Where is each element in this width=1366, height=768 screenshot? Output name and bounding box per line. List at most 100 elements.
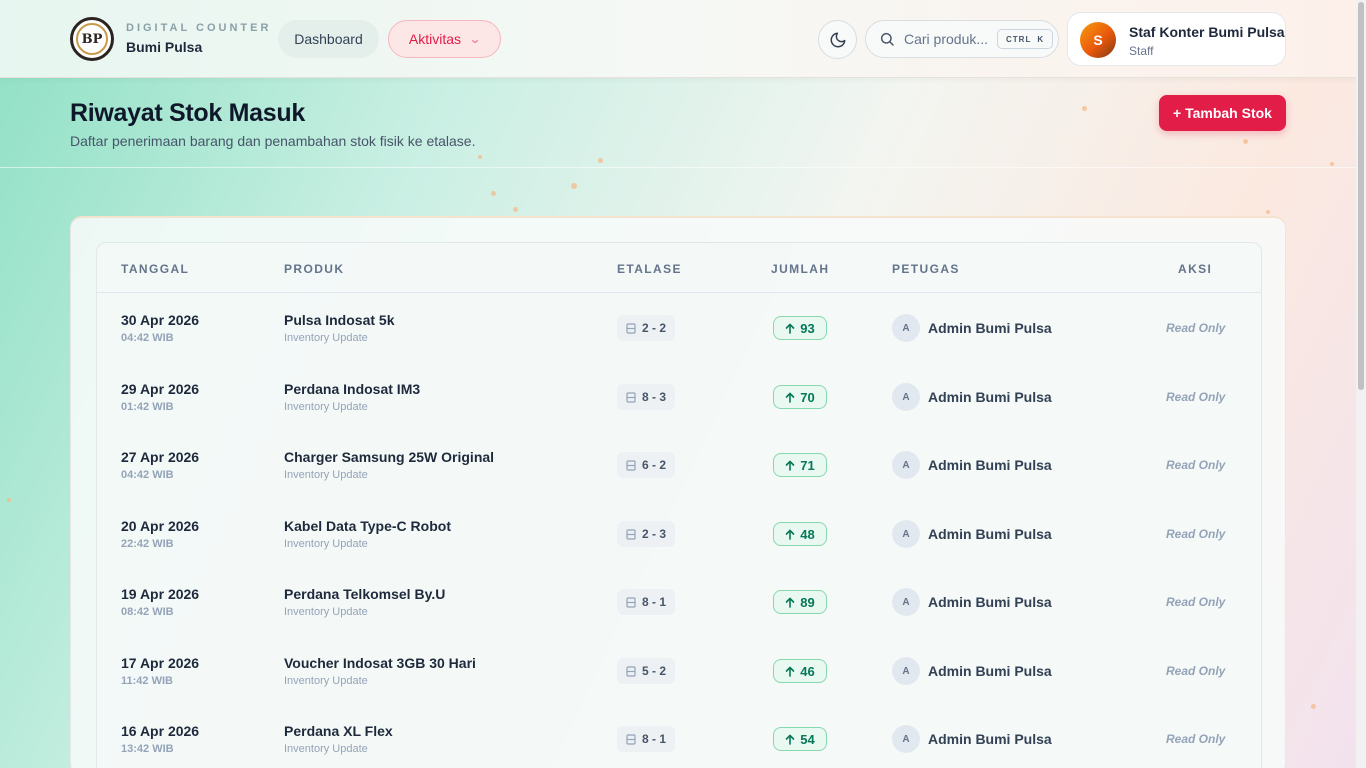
arrow-up-icon — [785, 392, 795, 403]
shortcut-ctrl: CTRL — [1006, 34, 1032, 44]
row-time: 04:42 WIB — [121, 332, 174, 344]
etalase-badge: 8 - 1 — [617, 726, 675, 752]
etalase-value: 2 - 3 — [641, 527, 666, 541]
staff-avatar: A — [892, 588, 920, 616]
moon-icon — [830, 32, 845, 47]
staff-avatar: A — [892, 383, 920, 411]
row-time: 08:42 WIB — [121, 606, 174, 618]
page-subtitle: Daftar penerimaan barang dan penambahan … — [70, 133, 476, 149]
qty-badge: 70 — [773, 385, 827, 409]
column-header-tanggal[interactable]: TANGGAL — [121, 262, 189, 276]
row-product-note: Inventory Update — [284, 538, 368, 550]
qty-badge: 46 — [773, 659, 827, 683]
search-icon — [880, 32, 894, 46]
qty-value: 54 — [800, 731, 815, 747]
row-date: 17 Apr 2026 — [121, 655, 200, 671]
table-row[interactable]: 19 Apr 2026 08:42 WIB Perdana Telkomsel … — [97, 568, 1261, 636]
row-date: 30 Apr 2026 — [121, 312, 200, 328]
row-date: 29 Apr 2026 — [121, 381, 200, 397]
row-staff: Admin Bumi Pulsa — [928, 663, 1052, 679]
table-row[interactable]: 17 Apr 2026 11:42 WIB Voucher Indosat 3G… — [97, 637, 1261, 705]
qty-value: 48 — [800, 526, 815, 542]
etalase-badge: 2 - 2 — [617, 315, 675, 341]
table-row[interactable]: 20 Apr 2026 22:42 WIB Kabel Data Type-C … — [97, 500, 1261, 568]
row-product: Voucher Indosat 3GB 30 Hari — [284, 655, 476, 671]
user-name: Staf Konter Bumi Pulsa — [1129, 24, 1285, 40]
add-stock-button[interactable]: + Tambah Stok — [1159, 95, 1286, 131]
etalase-badge: 5 - 2 — [617, 658, 675, 684]
arrow-up-icon — [785, 597, 795, 608]
row-product: Perdana XL Flex — [284, 723, 393, 739]
nav-aktivitas-dropdown[interactable]: Aktivitas ⌄ — [388, 20, 501, 58]
table-row[interactable]: 29 Apr 2026 01:42 WIB Perdana Indosat IM… — [97, 363, 1261, 431]
qty-badge: 71 — [773, 453, 827, 477]
row-staff: Admin Bumi Pulsa — [928, 526, 1052, 542]
shelf-icon — [626, 733, 636, 745]
brand-name: Bumi Pulsa — [126, 39, 203, 55]
row-date: 19 Apr 2026 — [121, 586, 200, 602]
scrollbar-thumb[interactable] — [1358, 2, 1364, 390]
row-action-readonly: Read Only — [1166, 390, 1226, 404]
shortcut-key: K — [1037, 34, 1045, 44]
etalase-value: 8 - 1 — [641, 732, 666, 746]
row-product: Pulsa Indosat 5k — [284, 312, 395, 328]
etalase-value: 8 - 1 — [641, 595, 666, 609]
column-header-petugas[interactable]: PETUGAS — [892, 262, 960, 276]
brand-logo[interactable]: BP — [70, 17, 114, 61]
row-staff: Admin Bumi Pulsa — [928, 320, 1052, 336]
row-time: 22:42 WIB — [121, 538, 174, 550]
column-header-produk[interactable]: PRODUK — [284, 262, 344, 276]
qty-badge: 54 — [773, 727, 827, 751]
row-product: Charger Samsung 25W Original — [284, 449, 495, 465]
search-input[interactable]: Cari produk... — [904, 31, 988, 47]
stock-history-card: TANGGAL PRODUK ETALASE JUMLAH PETUGAS AK… — [70, 216, 1286, 768]
user-role: Staff — [1129, 44, 1154, 58]
search-box[interactable]: Cari produk... CTRL K — [865, 20, 1059, 58]
search-shortcut-badge: CTRL K — [997, 29, 1054, 49]
row-action-readonly: Read Only — [1166, 458, 1226, 472]
staff-avatar: A — [892, 657, 920, 685]
table-row[interactable]: 30 Apr 2026 04:42 WIB Pulsa Indosat 5k I… — [97, 294, 1261, 362]
page-scrollbar[interactable] — [1356, 0, 1366, 768]
row-product: Perdana Indosat IM3 — [284, 381, 421, 397]
page-title: Riwayat Stok Masuk — [70, 99, 305, 127]
row-product: Perdana Telkomsel By.U — [284, 586, 446, 602]
nav-dashboard-button[interactable]: Dashboard — [278, 20, 379, 58]
staff-avatar: A — [892, 314, 920, 342]
row-product-note: Inventory Update — [284, 401, 368, 413]
row-date: 16 Apr 2026 — [121, 723, 200, 739]
table-row[interactable]: 16 Apr 2026 13:42 WIB Perdana XL Flex In… — [97, 705, 1261, 768]
arrow-up-icon — [785, 529, 795, 540]
shelf-icon — [626, 459, 636, 471]
qty-badge: 93 — [773, 316, 827, 340]
qty-badge: 89 — [773, 590, 827, 614]
chevron-down-icon: ⌄ — [468, 32, 482, 46]
column-header-jumlah[interactable]: JUMLAH — [771, 262, 829, 276]
etalase-value: 2 - 2 — [641, 321, 666, 335]
qty-value: 71 — [800, 457, 815, 473]
table-row[interactable]: 27 Apr 2026 04:42 WIB Charger Samsung 25… — [97, 431, 1261, 499]
row-time: 04:42 WIB — [121, 469, 174, 481]
etalase-badge: 8 - 3 — [617, 384, 675, 410]
shelf-icon — [626, 665, 636, 677]
brand-logo-mark: BP — [76, 23, 108, 55]
stock-history-table: TANGGAL PRODUK ETALASE JUMLAH PETUGAS AK… — [96, 242, 1262, 768]
brand-tagline: DIGITAL COUNTER — [126, 22, 272, 34]
row-action-readonly: Read Only — [1166, 732, 1226, 746]
shelf-icon — [626, 528, 636, 540]
arrow-up-icon — [785, 323, 795, 334]
user-profile-menu[interactable]: S Staf Konter Bumi Pulsa Staff — [1067, 12, 1286, 66]
qty-value: 46 — [800, 663, 815, 679]
column-header-etalase[interactable]: ETALASE — [617, 262, 682, 276]
qty-value: 89 — [800, 594, 815, 610]
row-action-readonly: Read Only — [1166, 664, 1226, 678]
etalase-value: 5 - 2 — [641, 664, 666, 678]
theme-toggle-button[interactable] — [818, 20, 857, 59]
etalase-value: 6 - 2 — [641, 458, 666, 472]
nav-dashboard-label: Dashboard — [294, 31, 363, 47]
row-staff: Admin Bumi Pulsa — [928, 457, 1052, 473]
row-time: 01:42 WIB — [121, 401, 174, 413]
avatar: S — [1080, 22, 1116, 58]
nav-aktivitas-label: Aktivitas — [408, 31, 462, 47]
arrow-up-icon — [785, 460, 795, 471]
